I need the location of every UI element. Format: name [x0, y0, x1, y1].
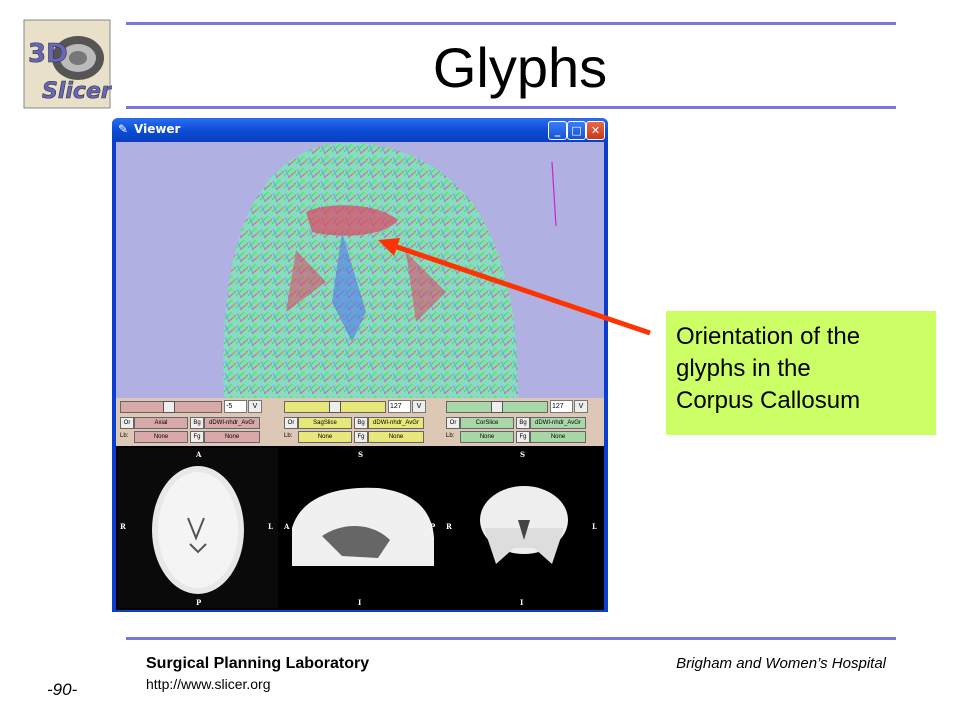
sagittal-right-label: P	[430, 522, 436, 531]
axial-controls: -5 V Or Axial Bg dDWI-nhdr_AvGr Lb: None…	[118, 398, 281, 446]
title-rule-bottom	[126, 106, 896, 109]
axial-left-label: R	[120, 522, 126, 531]
callout-box: Orientation of the glyphs in the Corpus …	[666, 311, 936, 435]
callout-line-2: glyphs in the	[676, 355, 811, 382]
coronal-left-label: R	[446, 522, 452, 531]
close-button[interactable]: ✕	[586, 121, 605, 140]
logo-slicer-text: Slicer	[42, 79, 112, 104]
coronal-top-label: S	[520, 450, 526, 459]
sagittal-slider-thumb[interactable]	[329, 401, 341, 413]
axial-fg-value[interactable]: None	[204, 431, 260, 443]
sagittal-lb-value[interactable]: None	[298, 431, 352, 443]
axial-slice-view[interactable]: A P R L	[118, 448, 278, 608]
coronal-or-button[interactable]: Or	[446, 417, 460, 429]
coronal-visibility-button[interactable]: V	[574, 400, 588, 413]
slicer-logo: 3D Slicer	[22, 18, 113, 110]
coronal-slice-view[interactable]: S I R L	[444, 448, 602, 608]
sagittal-slice-view[interactable]: S I A P	[282, 448, 440, 608]
axial-lb-label: Lb:	[120, 433, 129, 439]
coronal-fg-button[interactable]: Fg	[516, 431, 530, 443]
callout-line-1: Orientation of the	[676, 323, 861, 350]
viewer-titlebar[interactable]: ✎ Viewer _ □ ✕	[112, 118, 608, 142]
sagittal-fg-value[interactable]: None	[368, 431, 424, 443]
axial-bottom-label: P	[196, 598, 202, 607]
sagittal-bottom-label: I	[358, 598, 362, 607]
axial-visibility-button[interactable]: V	[248, 400, 262, 413]
sagittal-controls: 127 V Or SagSlice Bg dDWI-nhdr_AvGr Lb: …	[282, 398, 445, 446]
footer-rule	[126, 637, 896, 640]
sagittal-top-label: S	[358, 450, 364, 459]
sagittal-left-label: A	[284, 522, 290, 531]
title-rule-top	[126, 22, 896, 25]
axial-bg-button[interactable]: Bg	[190, 417, 204, 429]
coronal-fg-value[interactable]: None	[530, 431, 586, 443]
sagittal-orient-button[interactable]: SagSlice	[298, 417, 352, 429]
sagittal-brain-image	[292, 487, 434, 566]
coronal-slider-value[interactable]: 127	[550, 400, 573, 413]
sagittal-fg-button[interactable]: Fg	[354, 431, 368, 443]
sagittal-bg-button[interactable]: Bg	[354, 417, 368, 429]
slice-views: A P R L S I A P S I R L	[116, 446, 604, 610]
coronal-brain-image	[480, 486, 568, 564]
logo-3d-text: 3D	[28, 39, 68, 69]
coronal-right-label: L	[592, 522, 597, 531]
coronal-lb-label: Lb:	[446, 433, 455, 439]
coronal-bg-volume[interactable]: dDWI-nhdr_AvGr	[530, 417, 586, 429]
maximize-button[interactable]: □	[567, 121, 586, 140]
axial-fg-button[interactable]: Fg	[190, 431, 204, 443]
coronal-orient-button[interactable]: CorSlice	[460, 417, 514, 429]
pen-icon: ✎	[118, 122, 129, 136]
glyph-render	[223, 143, 557, 398]
viewer-window: ✎ Viewer _ □ ✕ -5 V Or Axial Bg dDWI-nhd…	[112, 118, 608, 612]
coronal-lb-value[interactable]: None	[460, 431, 514, 443]
axial-top-label: A	[196, 450, 202, 459]
axial-right-label: L	[268, 522, 273, 531]
axial-orient-button[interactable]: Axial	[134, 417, 188, 429]
slide-title: Glyphs	[432, 36, 608, 99]
axial-slider-thumb[interactable]	[163, 401, 175, 413]
footer-lab-name: Surgical Planning Laboratory	[146, 655, 370, 672]
coronal-slider[interactable]	[446, 401, 548, 413]
viewer-window-title: Viewer	[134, 122, 181, 136]
axial-bg-volume[interactable]: dDWI-nhdr_AvGr	[204, 417, 260, 429]
sagittal-bg-volume[interactable]: dDWI-nhdr_AvGr	[368, 417, 424, 429]
sagittal-visibility-button[interactable]: V	[412, 400, 426, 413]
coronal-bg-button[interactable]: Bg	[516, 417, 530, 429]
axial-slider[interactable]	[120, 401, 222, 413]
footer-hospital: Brigham and Women’s Hospital	[676, 655, 886, 672]
coronal-bottom-label: I	[520, 598, 524, 607]
coronal-controls: 127 V Or CorSlice Bg dDWI-nhdr_AvGr Lb: …	[444, 398, 607, 446]
axial-lb-value[interactable]: None	[134, 431, 188, 443]
page-number: -90-	[47, 680, 78, 699]
callout-line-3: Corpus Callosum	[676, 387, 861, 414]
axial-brain-image	[152, 466, 244, 594]
axial-slider-value[interactable]: -5	[224, 400, 247, 413]
slice-controls: -5 V Or Axial Bg dDWI-nhdr_AvGr Lb: None…	[116, 398, 604, 446]
minimize-button[interactable]: _	[548, 121, 567, 140]
sagittal-lb-label: Lb:	[284, 433, 293, 439]
3d-glyph-view[interactable]	[116, 142, 604, 418]
coronal-slider-thumb[interactable]	[491, 401, 503, 413]
sagittal-or-button[interactable]: Or	[284, 417, 298, 429]
sagittal-slider[interactable]	[284, 401, 386, 413]
sagittal-slider-value[interactable]: 127	[388, 400, 411, 413]
axial-or-button[interactable]: Or	[120, 417, 134, 429]
footer-url[interactable]: http://www.slicer.org	[146, 676, 271, 692]
